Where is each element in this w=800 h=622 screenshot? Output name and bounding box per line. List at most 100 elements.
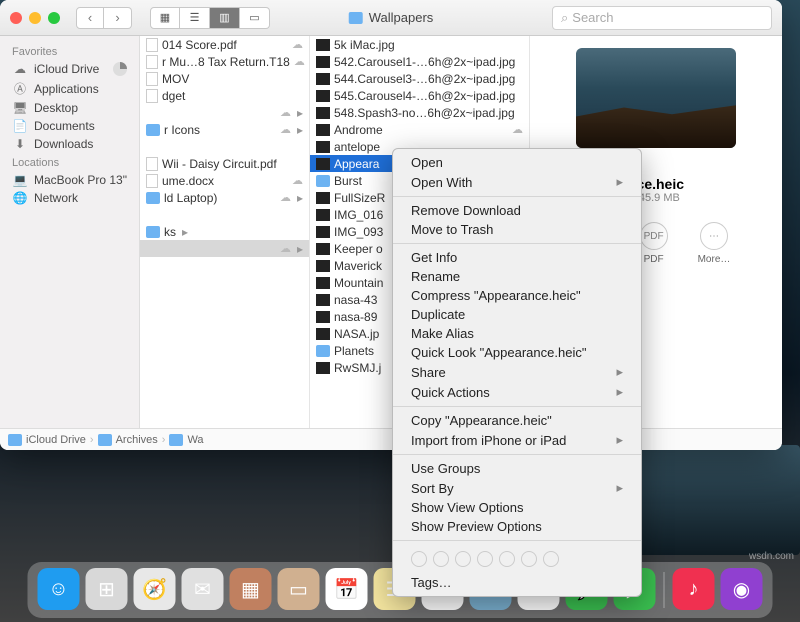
menu-item-use-groups[interactable]: Use Groups bbox=[393, 459, 641, 478]
chevron-right-icon: ▸ bbox=[616, 384, 623, 400]
file-row[interactable]: Androme☁ bbox=[310, 121, 529, 138]
menu-item-copy-appearance-heic-[interactable]: Copy "Appearance.heic" bbox=[393, 411, 641, 430]
file-row[interactable]: MOV bbox=[140, 70, 309, 87]
tag-color[interactable] bbox=[477, 551, 493, 567]
dock-contacts-icon[interactable]: ▭ bbox=[278, 568, 320, 610]
file-row[interactable]: ☁▸ bbox=[140, 104, 309, 121]
menu-item-duplicate[interactable]: Duplicate bbox=[393, 305, 641, 324]
image-icon bbox=[316, 158, 330, 170]
sidebar-item-icloud-drive[interactable]: ☁iCloud Drive bbox=[0, 60, 139, 78]
sidebar-item-label: Documents bbox=[34, 119, 95, 133]
window-title: Wallpapers bbox=[349, 10, 434, 25]
sidebar-item-downloads[interactable]: ⬇Downloads bbox=[0, 135, 139, 153]
sidebar-item-documents[interactable]: 📄Documents bbox=[0, 117, 139, 135]
zoom-button[interactable] bbox=[48, 12, 60, 24]
folder-row[interactable]: r Icons☁▸ bbox=[140, 121, 309, 138]
chevron-right-icon: ▸ bbox=[616, 364, 623, 380]
search-placeholder: Search bbox=[572, 10, 613, 25]
tag-color[interactable] bbox=[521, 551, 537, 567]
file-label: Androme bbox=[334, 123, 383, 137]
menu-item-label: Show Preview Options bbox=[411, 519, 542, 534]
tag-color[interactable] bbox=[455, 551, 471, 567]
dock-launchpad-icon[interactable]: ⊞ bbox=[86, 568, 128, 610]
file-row[interactable] bbox=[140, 206, 309, 223]
preview-action-pdf[interactable]: PDFPDF bbox=[640, 222, 668, 265]
close-button[interactable] bbox=[10, 12, 22, 24]
file-row[interactable]: 548.Spash3-no…6h@2x~ipad.jpg bbox=[310, 104, 529, 121]
sidebar-item-applications[interactable]: ⒶApplications bbox=[0, 78, 139, 99]
file-row[interactable]: r Mu…8 Tax Return.T18☁ bbox=[140, 53, 309, 70]
menu-item-make-alias[interactable]: Make Alias bbox=[393, 324, 641, 343]
title-text: Wallpapers bbox=[369, 10, 434, 25]
menu-item-open[interactable]: Open bbox=[393, 153, 641, 172]
menu-item-compress-appearance-heic[interactable]: Compress "Appearance.heic" bbox=[393, 286, 641, 305]
file-row[interactable]: ☁▸ bbox=[140, 240, 309, 257]
dock-safari-icon[interactable]: 🧭 bbox=[134, 568, 176, 610]
menu-separator bbox=[393, 243, 641, 244]
sidebar-item-label: MacBook Pro 13" bbox=[34, 173, 127, 187]
menu-item-share[interactable]: Share▸ bbox=[393, 362, 641, 382]
path-segment[interactable]: Wa bbox=[187, 434, 203, 446]
menu-item-move-to-trash[interactable]: Move to Trash bbox=[393, 220, 641, 239]
column-view-button[interactable]: ▥ bbox=[210, 7, 240, 29]
file-row[interactable]: Wii - Daisy Circuit.pdf bbox=[140, 155, 309, 172]
image-icon bbox=[316, 328, 330, 340]
search-icon: ⌕ bbox=[561, 10, 568, 26]
menu-item-open-with[interactable]: Open With▸ bbox=[393, 172, 641, 192]
minimize-button[interactable] bbox=[29, 12, 41, 24]
back-button[interactable]: ‹ bbox=[76, 7, 104, 29]
preview-action-more…[interactable]: ⋯More… bbox=[698, 222, 731, 265]
file-row[interactable] bbox=[140, 138, 309, 155]
document-icon bbox=[146, 89, 158, 103]
path-segment[interactable]: iCloud Drive bbox=[26, 434, 86, 446]
menu-item-import-from-iphone-or-ip[interactable]: Import from iPhone or iPad▸ bbox=[393, 430, 641, 450]
menu-item-remove-download[interactable]: Remove Download bbox=[393, 201, 641, 220]
file-label: Planets bbox=[334, 344, 374, 358]
search-field[interactable]: ⌕ Search bbox=[552, 6, 772, 30]
chevron-right-icon: ▸ bbox=[297, 123, 303, 137]
menu-item-quick-look-appearance-he[interactable]: Quick Look "Appearance.heic" bbox=[393, 343, 641, 362]
file-row[interactable]: 545.Carousel4-…6h@2x~ipad.jpg bbox=[310, 87, 529, 104]
dock-music-icon[interactable]: ♪ bbox=[673, 568, 715, 610]
sidebar-item-network[interactable]: 🌐Network bbox=[0, 189, 139, 207]
file-row[interactable]: 5k iMac.jpg bbox=[310, 36, 529, 53]
file-label: RwSMJ.j bbox=[334, 361, 381, 375]
tag-color[interactable] bbox=[411, 551, 427, 567]
folder-row[interactable]: ks▸ bbox=[140, 223, 309, 240]
finder-body: Favorites☁iCloud DriveⒶApplications🖥Desk… bbox=[0, 36, 782, 428]
path-segment[interactable]: Archives bbox=[116, 434, 158, 446]
tag-color[interactable] bbox=[433, 551, 449, 567]
forward-button[interactable]: › bbox=[104, 7, 132, 29]
folder-icon bbox=[146, 226, 160, 238]
icon-view-button[interactable]: ▦ bbox=[150, 7, 180, 29]
list-view-button[interactable]: ☰ bbox=[180, 7, 210, 29]
dock-mail-icon[interactable]: ✉ bbox=[182, 568, 224, 610]
menu-item-tags-[interactable]: Tags… bbox=[393, 573, 641, 592]
menu-item-show-view-options[interactable]: Show View Options bbox=[393, 498, 641, 517]
image-icon bbox=[316, 141, 330, 153]
sidebar-item-desktop[interactable]: 🖥Desktop bbox=[0, 99, 139, 117]
file-row[interactable]: 542.Carousel1-…6h@2x~ipad.jpg bbox=[310, 53, 529, 70]
dock-separator bbox=[664, 572, 665, 608]
folder-row[interactable]: ld Laptop)☁▸ bbox=[140, 189, 309, 206]
tag-color[interactable] bbox=[543, 551, 559, 567]
file-row[interactable]: dget bbox=[140, 87, 309, 104]
tag-color[interactable] bbox=[499, 551, 515, 567]
sidebar-item-macbook-pro-13-[interactable]: 💻MacBook Pro 13" bbox=[0, 171, 139, 189]
file-row[interactable]: 014 Score.pdf☁ bbox=[140, 36, 309, 53]
file-row[interactable]: 544.Carousel3-…6h@2x~ipad.jpg bbox=[310, 70, 529, 87]
file-row[interactable]: ume.docx☁ bbox=[140, 172, 309, 189]
dock-calendar-icon[interactable]: 📅 bbox=[326, 568, 368, 610]
menu-item-show-preview-options[interactable]: Show Preview Options bbox=[393, 517, 641, 536]
gallery-view-button[interactable]: ▭ bbox=[240, 7, 270, 29]
dock-stamp-icon[interactable]: ▦ bbox=[230, 568, 272, 610]
dock-podcasts-icon[interactable]: ◉ bbox=[721, 568, 763, 610]
menu-item-get-info[interactable]: Get Info bbox=[393, 248, 641, 267]
menu-item-rename[interactable]: Rename bbox=[393, 267, 641, 286]
menu-item-label: Use Groups bbox=[411, 461, 480, 476]
menu-item-quick-actions[interactable]: Quick Actions▸ bbox=[393, 382, 641, 402]
dock-finder-icon[interactable]: ☺ bbox=[38, 568, 80, 610]
cloud-icon: ☁ bbox=[294, 55, 305, 68]
chevron-right-icon: › bbox=[162, 434, 166, 446]
menu-item-sort-by[interactable]: Sort By▸ bbox=[393, 478, 641, 498]
